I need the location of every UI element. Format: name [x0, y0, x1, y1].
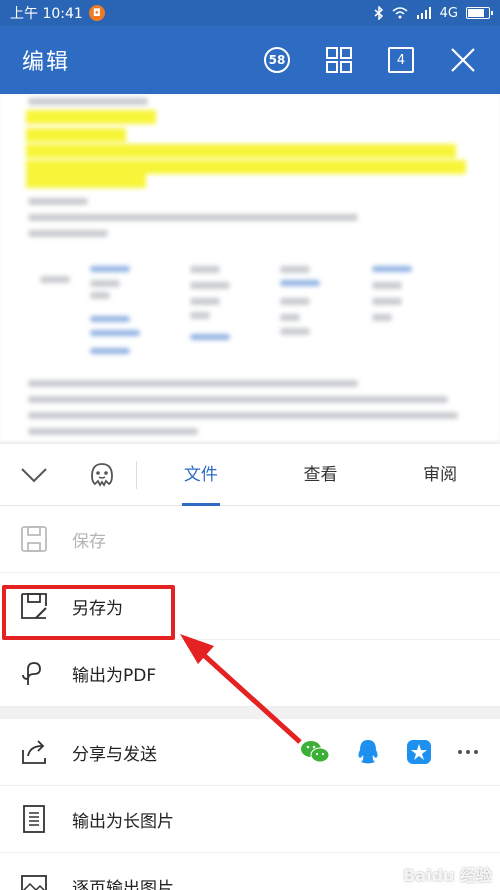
signal-icon — [416, 7, 431, 19]
watermark: Baidu 经验 — [403, 866, 492, 885]
page-images-icon — [20, 872, 48, 890]
network-type: 4G — [439, 5, 458, 21]
menu-share-send[interactable]: 分享与发送 — [0, 719, 500, 786]
status-time: 上午 10:41 — [10, 6, 83, 22]
notification-icon: ◘ — [88, 5, 105, 21]
chevron-down-icon — [21, 467, 47, 482]
qq-icon[interactable] — [356, 738, 380, 766]
grid-icon — [326, 47, 352, 73]
status-right: 4G — [374, 5, 493, 21]
document-page — [0, 94, 500, 444]
wifi-icon — [392, 7, 408, 19]
page-count: 4 — [388, 47, 414, 73]
page-title: 编辑 — [22, 50, 71, 75]
collapse-button[interactable] — [0, 466, 68, 484]
tab-review[interactable]: 审阅 — [380, 444, 500, 506]
close-icon — [451, 48, 475, 72]
save-icon — [20, 525, 48, 553]
bluetooth-icon — [374, 6, 383, 20]
long-image-icon — [20, 805, 48, 833]
status-bar: 上午 10:41 ◘ 4G — [0, 0, 500, 26]
tabs-divider — [136, 460, 137, 489]
bottom-panel: 文件 查看 审阅 保存 另存为 输出为PDF 分享与发送 输出为长图片 逐页输出… — [0, 444, 500, 890]
counter-badge: 58 — [264, 47, 290, 73]
document-preview[interactable] — [0, 94, 500, 444]
counter-badge-button[interactable]: 58 — [262, 45, 292, 75]
pdf-icon — [20, 659, 48, 687]
grid-button[interactable] — [324, 45, 354, 75]
menu-export-pdf-label: 输出为PDF — [72, 665, 157, 686]
menu-export-pdf[interactable]: 输出为PDF — [0, 640, 500, 707]
close-button[interactable] — [448, 45, 478, 75]
highlight-box — [2, 585, 175, 640]
menu-save-label: 保存 — [72, 531, 106, 552]
tabs-row: 文件 查看 审阅 — [0, 444, 500, 506]
mascot-button[interactable] — [68, 460, 136, 490]
menu-save: 保存 — [0, 506, 500, 573]
menu-share-send-label: 分享与发送 — [72, 744, 157, 765]
share-targets — [300, 738, 478, 766]
page-count-button[interactable]: 4 — [386, 45, 416, 75]
tab-view[interactable]: 查看 — [261, 444, 381, 506]
share-icon — [20, 738, 48, 766]
star-app-icon[interactable] — [406, 739, 432, 765]
status-left: 上午 10:41 ◘ — [10, 3, 105, 23]
app-bar: 编辑 58 4 — [0, 26, 500, 94]
section-gap — [0, 707, 500, 719]
menu-export-page-images-label: 逐页输出图片 — [72, 878, 174, 890]
wechat-icon[interactable] — [300, 739, 330, 765]
more-icon[interactable] — [458, 750, 478, 754]
tab-file[interactable]: 文件 — [141, 444, 261, 506]
menu-export-long-image-label: 输出为长图片 — [72, 811, 174, 832]
mascot-icon — [91, 462, 113, 487]
battery-icon — [466, 7, 493, 19]
app-actions: 58 4 — [262, 45, 478, 75]
menu-export-long-image[interactable]: 输出为长图片 — [0, 786, 500, 853]
